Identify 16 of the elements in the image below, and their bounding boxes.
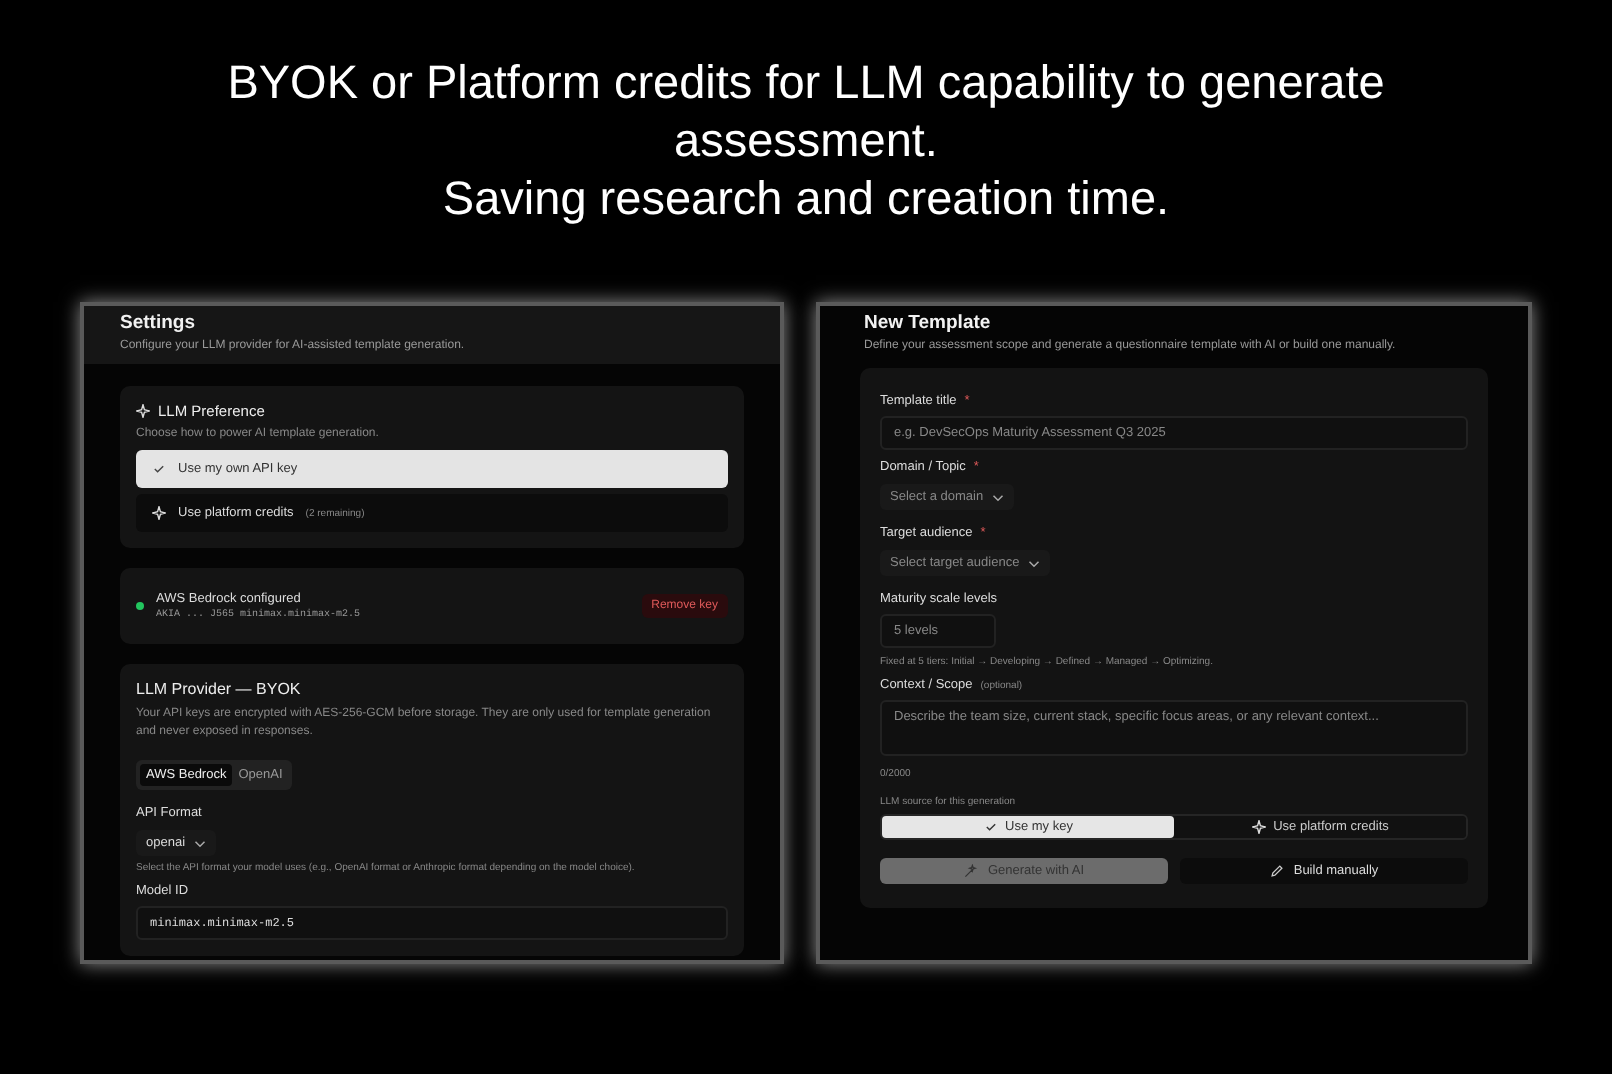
chevron-down-icon	[1027, 559, 1040, 567]
sparkle-icon	[1251, 820, 1266, 834]
card-title: LLM Provider — BYOK	[136, 680, 303, 698]
check-icon	[983, 820, 998, 834]
chevron-down-icon	[193, 839, 206, 847]
sparkle-icon	[152, 506, 166, 520]
headline: BYOK or Platform credits for LLM capability to generate assessment.	[225, 54, 1387, 170]
pencil-icon	[1269, 864, 1284, 878]
chevron-down-icon	[991, 493, 1004, 501]
headline: Saving research and creation time.	[442, 170, 1170, 228]
status-dot-icon	[136, 602, 144, 610]
panel-title: Settings	[120, 312, 197, 334]
sparkle-icon	[136, 404, 150, 418]
check-icon	[152, 462, 166, 476]
wand-icon	[963, 864, 978, 878]
panel-title: New Template	[864, 312, 993, 334]
